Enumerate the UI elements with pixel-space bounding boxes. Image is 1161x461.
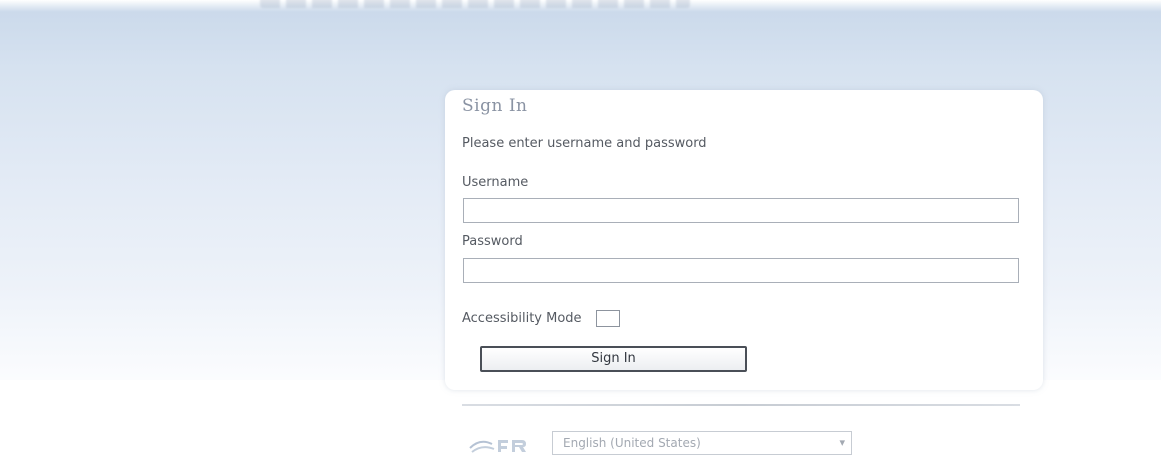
login-page: Sign In Please enter username and passwo… <box>0 0 1161 461</box>
instruction-text: Please enter username and password <box>462 136 707 151</box>
accessibility-mode-row: Accessibility Mode <box>462 307 620 329</box>
page-title: Sign In <box>462 96 528 116</box>
accessibility-mode-checkbox[interactable] <box>595 309 620 327</box>
globe-logo-icon <box>469 440 526 453</box>
header-logo-strip <box>260 0 690 8</box>
language-select[interactable]: English (United States) ▾ <box>552 431 852 455</box>
sign-in-button[interactable]: Sign In <box>480 346 747 372</box>
username-field[interactable] <box>463 198 1019 223</box>
password-field[interactable] <box>463 258 1019 283</box>
accessibility-mode-label: Accessibility Mode <box>462 310 582 326</box>
divider <box>462 404 1020 406</box>
password-label: Password <box>462 234 523 249</box>
username-label: Username <box>462 175 529 190</box>
sign-in-card <box>445 90 1043 390</box>
chevron-down-icon: ▾ <box>839 436 845 449</box>
language-select-value: English (United States) <box>563 436 701 450</box>
